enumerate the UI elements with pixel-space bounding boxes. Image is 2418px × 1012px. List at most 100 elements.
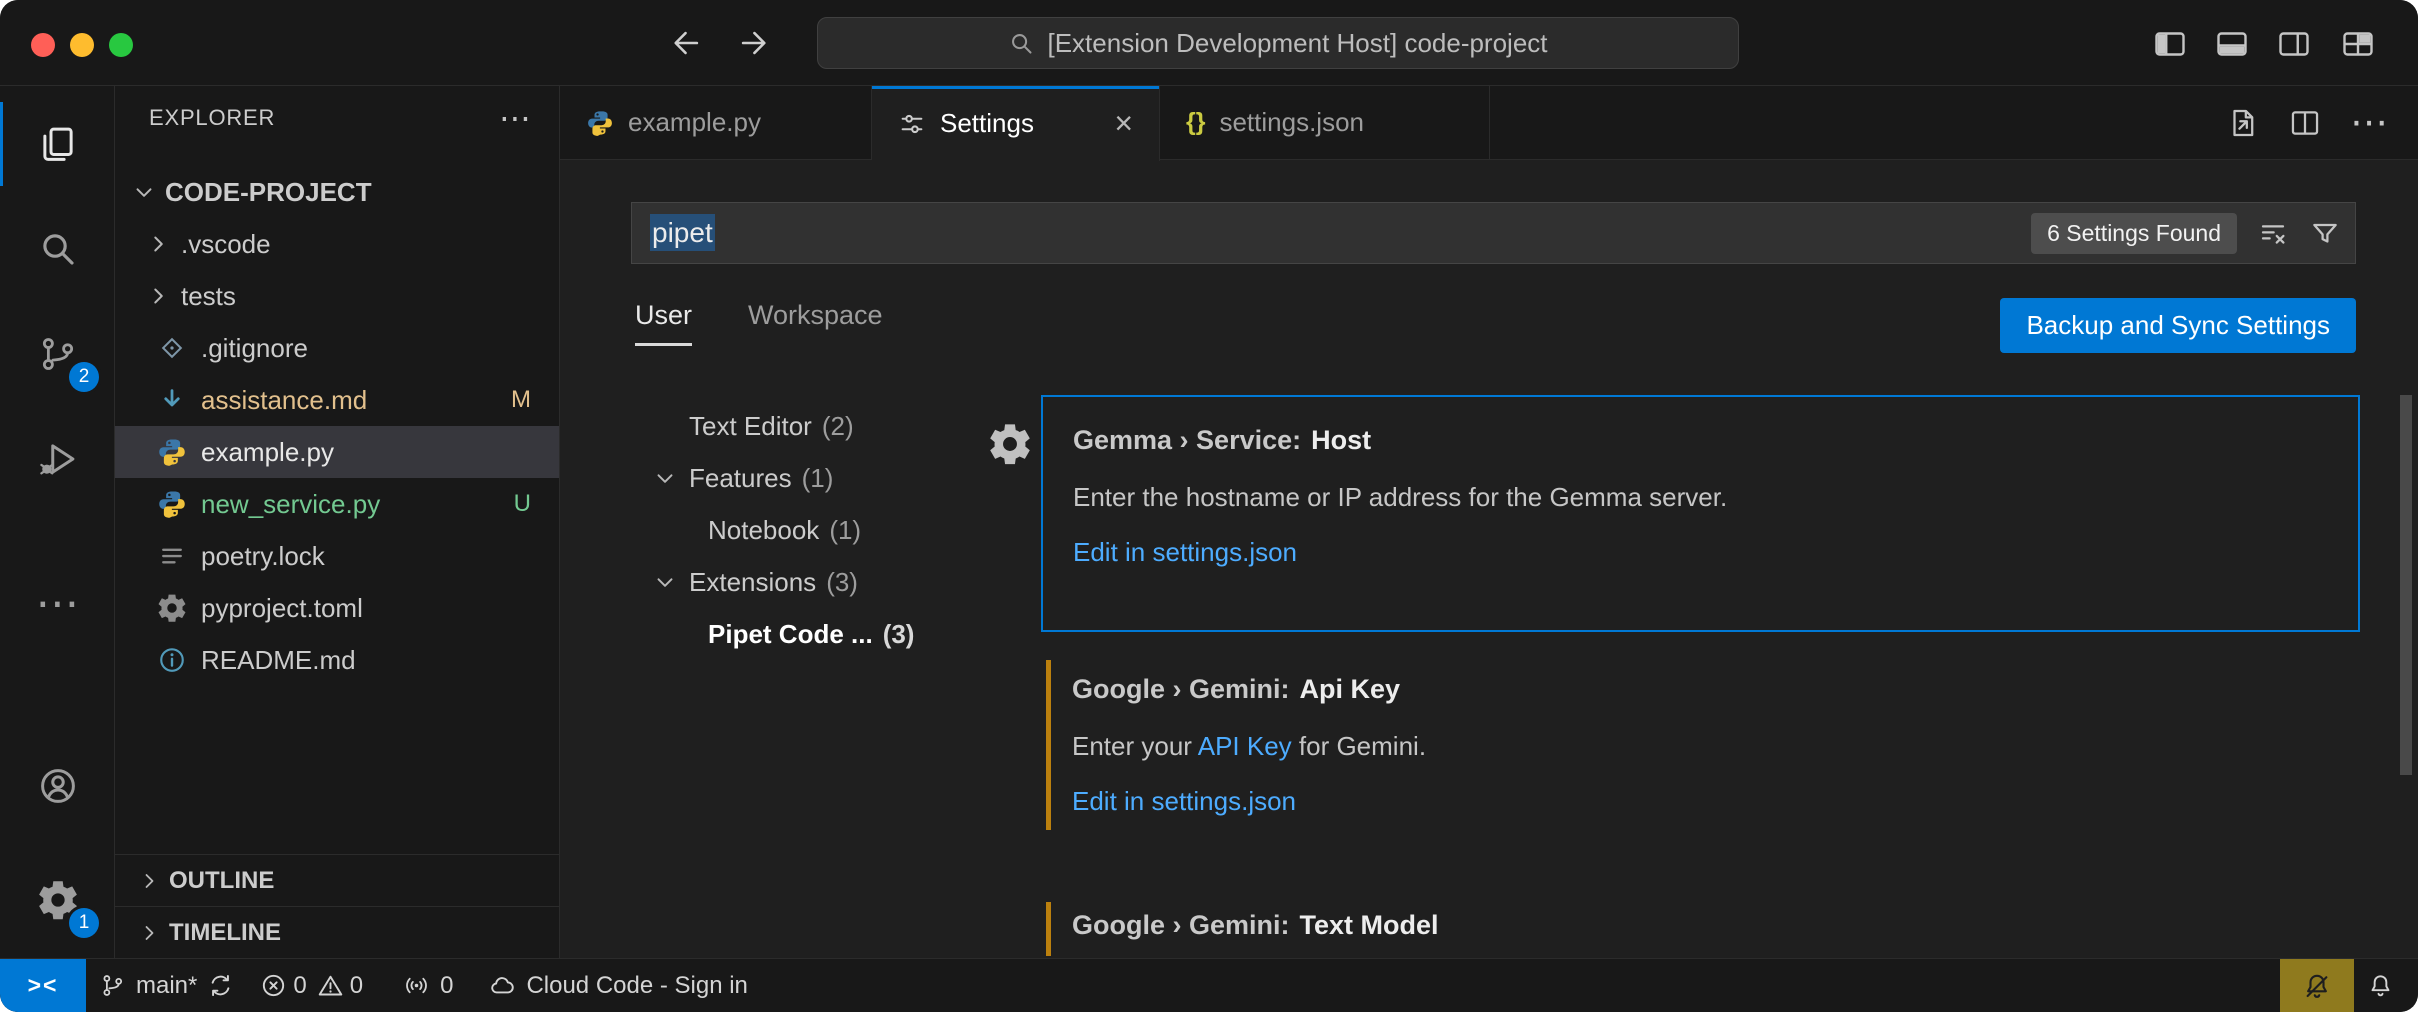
navigate-forward-button[interactable] [730, 20, 776, 66]
bell-slash-icon [2302, 971, 2332, 1001]
tree-root-code-project[interactable]: CODE-PROJECT [115, 166, 559, 218]
tab-label: settings.json [1219, 107, 1364, 138]
setting-google-gemini-text-model[interactable]: Google › Gemini:Text Model [1041, 900, 2360, 958]
setting-google-gemini-api-key[interactable]: Google › Gemini:Api Key Enter your API K… [1041, 658, 2360, 832]
setting-category: Google › Gemini: [1072, 910, 1290, 940]
backup-sync-settings-button[interactable]: Backup and Sync Settings [2000, 298, 2356, 353]
settings-toc: Text Editor (2) Features (1) Notebook (1… [560, 400, 992, 660]
results-count-badge: 6 Settings Found [2031, 213, 2237, 254]
tree-file-poetry-lock[interactable]: poetry.lock [115, 530, 559, 582]
clear-filters-icon[interactable] [2257, 217, 2289, 249]
activity-explorer[interactable] [0, 96, 115, 192]
toc-extensions[interactable]: Extensions (3) [560, 556, 992, 608]
toc-count: (3) [826, 567, 858, 598]
error-count: 0 [293, 972, 306, 1000]
tree-label: .gitignore [201, 333, 308, 364]
toc-label: Text Editor [689, 411, 812, 442]
navigate-back-button[interactable] [664, 20, 710, 66]
ports-status-item[interactable]: 0 [390, 959, 466, 1012]
info-icon [157, 645, 187, 675]
chevron-down-icon [652, 569, 678, 595]
tree-label: CODE-PROJECT [165, 177, 372, 208]
modified-indicator [1046, 660, 1051, 830]
remote-indicator[interactable]: >< [0, 959, 86, 1012]
scrollbar-thumb[interactable] [2400, 395, 2412, 775]
chevron-right-icon [137, 869, 161, 893]
scope-tab-workspace[interactable]: Workspace [748, 300, 883, 343]
status-bar: >< main* 0 0 0 Cloud Code - Sign in [0, 958, 2418, 1012]
toc-count: (1) [829, 515, 861, 546]
toc-text-editor[interactable]: Text Editor (2) [560, 400, 992, 452]
git-file-icon [157, 333, 187, 363]
minimize-window-button[interactable] [70, 33, 94, 57]
tab-example-py[interactable]: example.py [560, 86, 872, 159]
settings-search-value: pipet [650, 217, 715, 249]
api-key-link[interactable]: API Key [1198, 731, 1292, 761]
toc-pipet-code[interactable]: Pipet Code ... (3) [560, 608, 992, 660]
tab-label: example.py [628, 107, 761, 138]
git-branch-icon [99, 972, 126, 999]
branch-status-item[interactable]: main* [86, 959, 247, 1012]
timeline-section-header[interactable]: TIMELINE [115, 906, 559, 958]
toc-notebook[interactable]: Notebook (1) [560, 504, 992, 556]
scope-tab-user[interactable]: User [635, 300, 692, 346]
tree-file-gitignore[interactable]: .gitignore [115, 322, 559, 374]
python-icon [586, 109, 614, 137]
tree-file-example-py[interactable]: example.py [115, 426, 559, 478]
open-settings-json-icon[interactable] [2226, 106, 2260, 140]
setting-title: Google › Gemini:Api Key [1072, 674, 2330, 705]
tree-file-new-service-py[interactable]: new_service.py U [115, 478, 559, 530]
modified-indicator [1046, 902, 1051, 956]
customize-layout-button[interactable] [2334, 20, 2382, 68]
notifications-status-item[interactable] [2354, 959, 2418, 1012]
chevron-right-icon [145, 283, 171, 309]
tree-file-readme-md[interactable]: README.md [115, 634, 559, 686]
toc-features[interactable]: Features (1) [560, 452, 992, 504]
close-icon[interactable]: × [1114, 105, 1133, 142]
settings-badge: 1 [69, 908, 99, 938]
setting-actions-gear-icon[interactable] [988, 422, 1032, 466]
problems-status-item[interactable]: 0 0 [247, 959, 376, 1012]
cloud-code-status-item[interactable]: Cloud Code - Sign in [476, 959, 760, 1012]
command-center-search[interactable]: [Extension Development Host] code-projec… [817, 17, 1739, 69]
tree-folder-vscode[interactable]: .vscode [115, 218, 559, 270]
zoom-window-button[interactable] [109, 33, 133, 57]
do-not-disturb-status-item[interactable] [2280, 959, 2354, 1012]
layout-sidebar-left-icon [2152, 26, 2188, 62]
tree-folder-tests[interactable]: tests [115, 270, 559, 322]
toggle-primary-sidebar-button[interactable] [2146, 20, 2194, 68]
tab-settings[interactable]: Settings × [872, 86, 1160, 161]
edit-in-settings-json-link[interactable]: Edit in settings.json [1073, 537, 2328, 568]
lock-file-icon [157, 541, 187, 571]
tree-label: assistance.md [201, 385, 367, 416]
tree-label: example.py [201, 437, 334, 468]
activity-search[interactable] [0, 201, 115, 297]
split-editor-icon[interactable] [2288, 106, 2322, 140]
cloud-icon [489, 972, 516, 999]
toml-gear-icon [157, 593, 187, 623]
activity-run-debug[interactable] [0, 411, 115, 507]
outline-section-header[interactable]: OUTLINE [115, 854, 559, 906]
settings-tune-icon [898, 110, 926, 138]
more-actions-icon[interactable]: ⋯ [2350, 113, 2388, 133]
toggle-secondary-sidebar-button[interactable] [2270, 20, 2318, 68]
explorer-more-actions[interactable]: ⋯ [499, 99, 531, 137]
setting-description: Enter your API Key for Gemini. [1072, 731, 2330, 762]
toggle-panel-button[interactable] [2208, 20, 2256, 68]
close-window-button[interactable] [31, 33, 55, 57]
activity-settings[interactable]: 1 [0, 852, 115, 948]
git-untracked-badge: U [514, 490, 531, 518]
tree-label: pyproject.toml [201, 593, 363, 624]
tree-file-assistance-md[interactable]: assistance.md M [115, 374, 559, 426]
files-icon [37, 123, 79, 165]
activity-more[interactable]: ⋯ [0, 556, 115, 652]
toc-label: Notebook [708, 515, 819, 546]
edit-in-settings-json-link[interactable]: Edit in settings.json [1072, 786, 2330, 817]
setting-gemma-service-host[interactable]: Gemma › Service:Host Enter the hostname … [1041, 395, 2360, 632]
tree-file-pyproject-toml[interactable]: pyproject.toml [115, 582, 559, 634]
settings-search-input[interactable]: pipet 6 Settings Found [631, 202, 2356, 264]
filter-icon[interactable] [2309, 217, 2341, 249]
activity-source-control[interactable]: 2 [0, 306, 115, 402]
tab-settings-json[interactable]: {} settings.json [1160, 86, 1490, 159]
activity-account[interactable] [0, 738, 115, 834]
